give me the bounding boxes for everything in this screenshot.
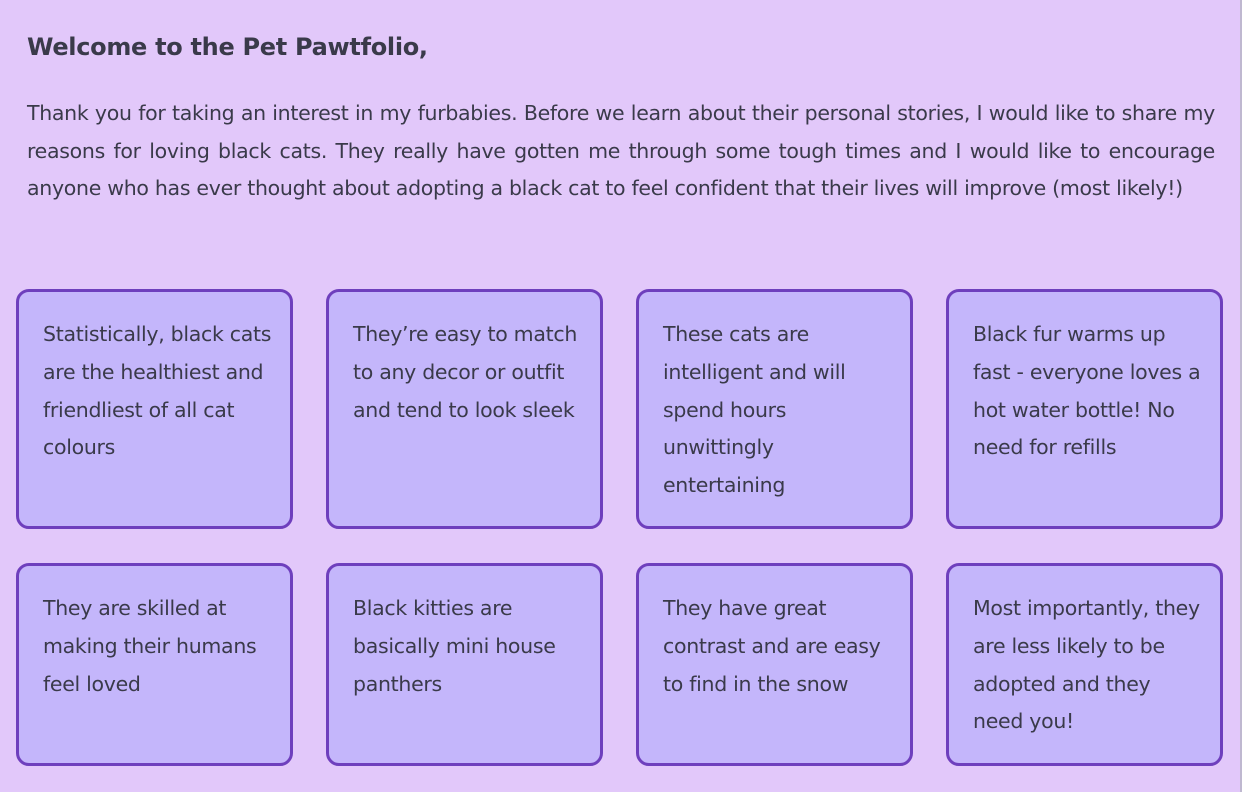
reason-card: Statistically, black cats are the health… <box>16 289 293 529</box>
reason-card: Black kitties are basically mini house p… <box>326 563 603 766</box>
reason-card: Most importantly, they are less likely t… <box>946 563 1223 766</box>
intro-section: Welcome to the Pet Pawtfolio, Thank you … <box>27 28 1215 208</box>
intro-paragraph: Thank you for taking an interest in my f… <box>27 101 1215 200</box>
reason-card: They have great contrast and are easy to… <box>636 563 913 766</box>
reason-card: Black fur warms up fast - everyone loves… <box>946 289 1223 529</box>
reasons-grid: Statistically, black cats are the health… <box>16 289 1224 766</box>
page-title: Welcome to the Pet Pawtfolio, <box>27 33 428 61</box>
reason-card: They’re easy to match to any decor or ou… <box>326 289 603 529</box>
reason-card: These cats are intelligent and will spen… <box>636 289 913 529</box>
reason-card: They are skilled at making their humans … <box>16 563 293 766</box>
